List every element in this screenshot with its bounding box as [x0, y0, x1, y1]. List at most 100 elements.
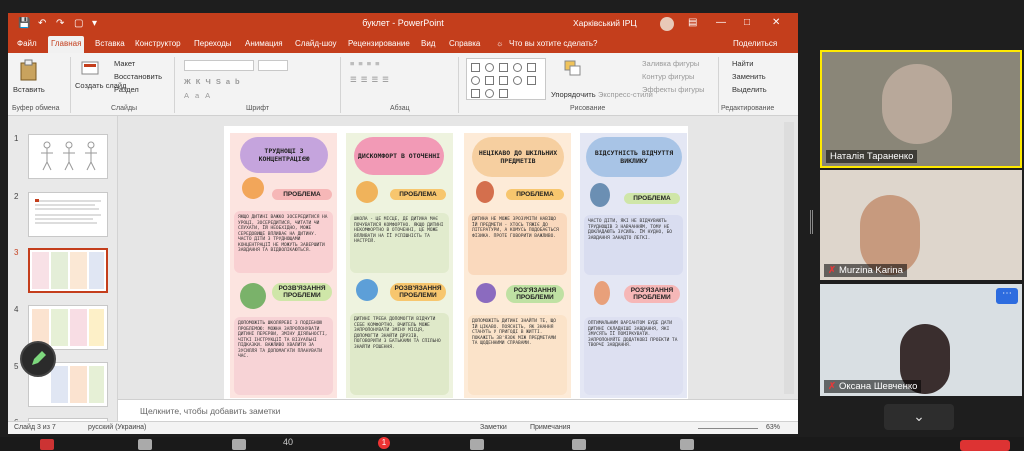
solution-text: ДИТИНІ ТРЕБА ДОПОМОГТИ ВІДЧУТИ СЕБЕ КОМФ… — [350, 313, 449, 395]
lightbulb-icon: ☼ — [496, 39, 504, 48]
share-button[interactable]: Поделиться — [730, 38, 780, 50]
slide-counter: Слайд 3 из 7 — [14, 424, 56, 431]
solution-text: ДОПОМОЖІТЬ ШКОЛЯРЕВІ З ПОДІБНОЮ ПРОБЛЕМО… — [234, 317, 333, 395]
reactions-icon[interactable] — [680, 439, 694, 450]
zoom-level[interactable]: 63% — [766, 424, 780, 431]
font-color-buttons[interactable]: AaA — [184, 91, 216, 100]
problem-text: ДИТИНА НЕ МОЖЕ ЗРОЗУМІТИ НАВІЩО ЇЙ ПРЕДМ… — [468, 213, 567, 275]
align-buttons[interactable]: ☰☰☰☰ — [350, 75, 393, 84]
ribbon: Вставить Буфер обмена Создать слайд Маке… — [8, 53, 798, 116]
problem-label: ПРОБЛЕМА — [624, 193, 680, 204]
paste-button[interactable]: Вставить — [13, 85, 45, 94]
more-options-button[interactable]: ⋯ — [996, 288, 1018, 304]
list-buttons[interactable]: ≡≡≡≡ — [350, 59, 384, 68]
participant-tile[interactable]: ✗ Murzina Karina — [820, 170, 1022, 280]
zoom-meeting-window: 💾 ↶ ↷ ▢ ▾ буклет - PowerPoint Харківськи… — [0, 0, 1024, 451]
solution-text: ДОПОМОЖІТЬ ДИТИНІ ЗНАЙТИ ТЕ, ЩО ЇЙ ЦІКАВ… — [468, 315, 567, 395]
find-button[interactable]: Найти — [732, 59, 753, 68]
vertical-scrollbar[interactable] — [784, 122, 794, 394]
tab-home[interactable]: Главная — [48, 36, 85, 53]
participant-tile[interactable]: Наталія Тараненко — [820, 50, 1022, 168]
slide-thumbnail-2[interactable] — [28, 192, 108, 237]
student-illustration-icon — [590, 183, 610, 207]
chat-badge[interactable]: 1 — [378, 437, 390, 449]
tab-animations[interactable]: Анимация — [242, 38, 286, 50]
tab-review[interactable]: Рецензирование — [345, 38, 413, 50]
record-icon[interactable] — [572, 439, 586, 450]
minimize-icon[interactable]: — — [716, 17, 726, 28]
participant-video — [860, 195, 920, 275]
comments-toggle[interactable]: Примечания — [530, 424, 570, 431]
divider — [458, 57, 459, 113]
tab-file[interactable]: Файл — [14, 38, 40, 50]
participant-tile[interactable]: ⋯ ✗ Оксана Шевченко — [820, 284, 1022, 396]
language-indicator[interactable]: русский (Украина) — [88, 424, 146, 431]
panel-title: ТРУДНОЩІ З КОНЦЕНТРАЦІЄЮ — [240, 137, 328, 173]
tab-help[interactable]: Справка — [446, 38, 483, 50]
muted-mic-icon: ✗ — [828, 381, 836, 392]
shape-effects-button[interactable]: Эффекты фигуры — [642, 85, 705, 94]
participants-count[interactable]: 40 — [283, 437, 293, 447]
slide-thumbnail-3[interactable] — [28, 248, 108, 293]
slide-number: 2 — [14, 192, 19, 201]
muted-mic-icon: ✗ — [828, 265, 836, 276]
layout-button[interactable]: Макет — [114, 59, 135, 68]
mute-icon[interactable] — [40, 439, 54, 450]
problem-label: ПРОБЛЕМА — [272, 189, 332, 200]
slide[interactable]: ТРУДНОЩІ З КОНЦЕНТРАЦІЄЮ ПРОБЛЕМА ЯКЩО Д… — [224, 126, 688, 402]
girl-illustration-icon — [242, 177, 264, 199]
maximize-icon[interactable]: □ — [744, 17, 750, 28]
slide-number: 5 — [14, 362, 19, 371]
splitter-handle[interactable] — [810, 210, 813, 234]
zoom-slider[interactable] — [698, 428, 758, 429]
restore-button[interactable]: Восстановить — [114, 72, 162, 81]
tab-design[interactable]: Конструктор — [132, 38, 184, 50]
format-buttons[interactable]: ЖКЧSab — [184, 77, 245, 86]
close-icon[interactable]: ✕ — [772, 17, 780, 28]
font-size-input[interactable] — [258, 60, 288, 71]
globe-illustration-icon — [240, 283, 266, 309]
panel-title: НЕЦІКАВО ДО ШКІЛЬНИХ ПРЕДМЕТІВ — [472, 137, 564, 177]
powerpoint-window: 💾 ↶ ↷ ▢ ▾ буклет - PowerPoint Харківськи… — [8, 13, 798, 434]
participant-name: ✗ Murzina Karina — [824, 264, 907, 277]
arrange-icon[interactable] — [563, 59, 583, 77]
tell-me-input[interactable]: Что вы хотите сделать? — [506, 38, 600, 50]
end-meeting-button[interactable] — [960, 440, 1010, 451]
divider — [718, 57, 719, 113]
ribbon-options-icon[interactable]: ▤ — [688, 17, 697, 28]
font-name-input[interactable] — [184, 60, 254, 71]
security-icon[interactable] — [232, 439, 246, 450]
tab-slideshow[interactable]: Слайд-шоу — [292, 38, 339, 50]
tab-transitions[interactable]: Переходы — [191, 38, 235, 50]
notes-pane[interactable]: Щелкните, чтобы добавить заметки — [118, 399, 798, 421]
slide-editor: ТРУДНОЩІ З КОНЦЕНТРАЦІЄЮ ПРОБЛЕМА ЯКЩО Д… — [118, 116, 798, 402]
tab-view[interactable]: Вид — [418, 38, 438, 50]
collapse-gallery-button[interactable]: ⌄ — [884, 404, 954, 430]
status-bar: Слайд 3 из 7 русский (Украина) Заметки П… — [8, 421, 798, 434]
avatar[interactable] — [660, 17, 674, 31]
slide-thumbnail-1[interactable] — [28, 134, 108, 179]
solution-label: РОЗ'ЯЗАННЯ ПРОБЛЕМИ — [624, 285, 680, 303]
divider — [70, 57, 71, 113]
notes-toggle[interactable]: Заметки — [480, 424, 507, 431]
books-illustration-icon — [476, 283, 496, 303]
arrange-button[interactable]: Упорядочить — [551, 90, 596, 99]
video-icon[interactable] — [138, 439, 152, 450]
new-slide-icon[interactable] — [80, 59, 100, 79]
select-button[interactable]: Выделить — [732, 85, 767, 94]
problem-label: ПРОБЛЕМА — [390, 189, 446, 200]
share-screen-icon[interactable] — [470, 439, 484, 450]
replace-button[interactable]: Заменить — [732, 72, 766, 81]
panel-title: ВІДСУТНІСТЬ ВІДЧУТТЯ ВИКЛИКУ — [586, 137, 682, 177]
tab-insert[interactable]: Вставка — [92, 38, 128, 50]
panel-concentration: ТРУДНОЩІ З КОНЦЕНТРАЦІЄЮ ПРОБЛЕМА ЯКЩО Д… — [230, 133, 337, 398]
shape-fill-button[interactable]: Заливка фигуры — [642, 59, 699, 68]
panel-challenge: ВІДСУТНІСТЬ ВІДЧУТТЯ ВИКЛИКУ ПРОБЛЕМА ЧА… — [580, 133, 687, 398]
paragraph-group-label: Абзац — [390, 105, 410, 112]
shape-outline-button[interactable]: Контур фигуры — [642, 72, 694, 81]
annotate-button[interactable] — [20, 341, 56, 377]
panel-title: ДИСКОМФОРТ В ОТОЧЕННІ — [354, 137, 444, 175]
section-button[interactable]: Раздел — [114, 85, 139, 94]
shapes-gallery[interactable] — [466, 58, 546, 100]
paste-icon[interactable] — [18, 59, 40, 81]
